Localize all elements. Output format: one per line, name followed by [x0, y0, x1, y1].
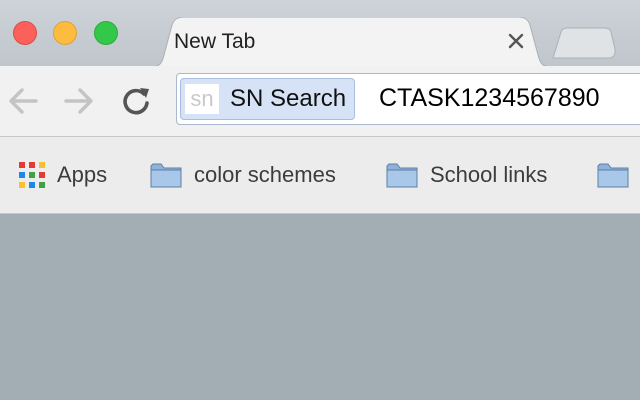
tab-strip: New Tab: [0, 0, 640, 67]
page-content: [0, 214, 640, 400]
bookmark-label: Apps: [57, 162, 108, 187]
back-arrow-icon[interactable]: [6, 86, 40, 116]
search-engine-chip[interactable]: sn SN Search: [180, 78, 356, 120]
omnibox[interactable]: sn SN Search CTASK1234567890: [176, 73, 640, 125]
bookmarks-bar: Apps color schemes School links: [0, 137, 640, 214]
toolbar: sn SN Search CTASK1234567890: [0, 66, 640, 137]
bookmark-label: School links: [430, 162, 548, 187]
bookmark-school-links[interactable]: School links: [386, 161, 547, 189]
sn-search-icon: sn: [185, 84, 219, 114]
folder-icon: [597, 163, 629, 188]
folder-icon: [386, 163, 418, 188]
tab-title: New Tab: [174, 30, 256, 53]
bookmark-label: color schemes: [194, 162, 336, 187]
folder-icon: [150, 163, 182, 188]
window-maximize-button[interactable]: [94, 21, 118, 45]
omnibox-query[interactable]: CTASK1234567890: [379, 84, 600, 113]
bookmark-folder[interactable]: [597, 161, 629, 189]
bookmark-color-schemes[interactable]: color schemes: [150, 161, 336, 189]
search-engine-label: SN Search: [230, 85, 347, 112]
window-minimize-button[interactable]: [53, 21, 77, 45]
bookmark-apps[interactable]: Apps: [18, 161, 107, 189]
window-close-button[interactable]: [13, 21, 37, 45]
tab-new-tab[interactable]: New Tab: [150, 17, 552, 67]
forward-arrow-icon[interactable]: [62, 86, 96, 116]
apps-grid-icon: [18, 162, 45, 189]
reload-icon[interactable]: [120, 86, 154, 116]
new-tab-button[interactable]: [551, 27, 617, 59]
close-icon[interactable]: [506, 31, 526, 51]
